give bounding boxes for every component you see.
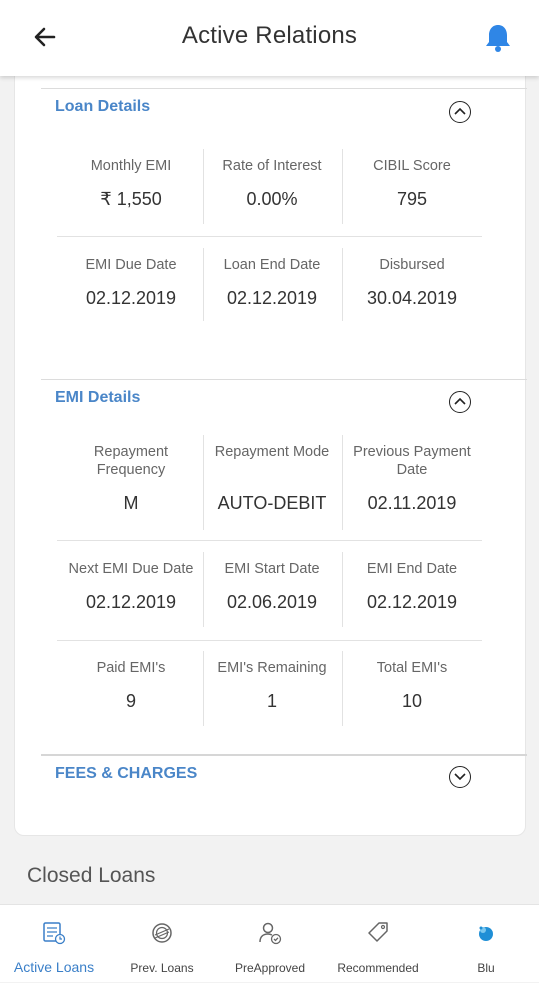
nav-recommended[interactable]: Recommended [324,905,432,983]
divider [342,149,343,224]
emi-details-title: EMI Details [55,389,141,406]
disbursed-value: 30.04.2019 [366,288,458,308]
divider [41,379,527,380]
emi-due-date-value: 02.12.2019 [85,288,177,308]
divider [203,552,204,627]
emi-end-date-cell: EMI End Date 02.12.2019 [342,560,482,613]
emi-end-date-value: 02.12.2019 [366,592,458,612]
nav-blu-label: Blu [477,961,495,975]
cibil-score-value: 795 [396,189,428,209]
notification-bell-icon[interactable] [483,22,513,54]
nav-active-loans-label: Active Loans [13,959,95,975]
app-header: Active Relations [0,0,539,76]
repayment-frequency-value: M [123,493,139,513]
paid-emis-label: Paid EMI's [96,660,166,676]
next-emi-due-date-label: Next EMI Due Date [68,561,194,577]
nav-recommended-label: Recommended [337,961,419,975]
emis-remaining-label: EMI's Remaining [217,660,327,676]
page-title: Active Relations [181,22,358,49]
divider [41,754,527,756]
previous-payment-date-cell: Previous Payment Date 02.11.2019 [342,443,482,514]
repayment-mode-value: AUTO-DEBIT [217,493,327,513]
paid-emis-cell: Paid EMI's 9 [61,659,201,712]
active-loans-icon [42,921,66,945]
monthly-emi-value: ₹ 1,550 [100,189,162,209]
divider [41,88,527,89]
emis-remaining-cell: EMI's Remaining 1 [202,659,342,712]
repayment-frequency-label: Repayment Frequency [93,444,169,478]
total-emis-value: 10 [401,691,423,711]
preapproved-icon [258,921,282,945]
blu-icon [474,921,498,945]
nav-prev-loans[interactable]: Prev. Loans [108,905,216,983]
loan-details-title: Loan Details [55,98,151,115]
previous-payment-date-label: Previous Payment Date [353,444,471,478]
loan-end-date-label: Loan End Date [223,257,321,273]
emi-due-date-cell: EMI Due Date 02.12.2019 [61,256,201,309]
divider [203,651,204,726]
rate-of-interest-cell: Rate of Interest 0.00% [202,157,342,210]
emi-due-date-label: EMI Due Date [85,257,177,273]
rate-of-interest-value: 0.00% [246,189,298,209]
emis-remaining-value: 1 [266,691,277,711]
repayment-frequency-cell: Repayment Frequency M [61,443,201,514]
monthly-emi-label: Monthly EMI [90,158,172,174]
emi-end-date-label: EMI End Date [366,561,458,577]
repayment-mode-label: Repayment Mode [214,444,330,460]
divider [57,236,482,237]
divider [57,640,482,641]
total-emis-cell: Total EMI's 10 [342,659,482,712]
monthly-emi-cell: Monthly EMI ₹ 1,550 [61,157,201,210]
paid-emis-value: 9 [125,691,136,711]
divider [203,248,204,321]
repayment-mode-cell: Repayment Mode AUTO-DEBIT [202,443,342,514]
recommended-tag-icon [366,921,390,945]
nav-blu[interactable]: Blu [432,905,539,983]
disbursed-cell: Disbursed 30.04.2019 [342,256,482,309]
fees-charges-title: FEES & CHARGES [55,765,198,782]
divider [342,651,343,726]
divider [342,435,343,530]
nav-prev-loans-label: Prev. Loans [130,961,194,975]
cibil-score-label: CIBIL Score [373,158,451,174]
next-emi-due-date-cell: Next EMI Due Date 02.12.2019 [61,560,201,613]
prev-loans-icon [150,921,174,945]
nav-active-loans[interactable]: Active Loans [0,905,108,983]
next-emi-due-date-value: 02.12.2019 [85,592,177,612]
nav-preapproved[interactable]: PreApproved [216,905,324,983]
total-emis-label: Total EMI's [376,660,448,676]
divider [57,540,482,541]
collapse-chevron-up-icon[interactable] [449,101,471,123]
active-loan-card: Loan Details Monthly EMI ₹ 1,550 Rate of… [14,60,527,836]
loan-end-date-cell: Loan End Date 02.12.2019 [202,256,342,309]
cibil-score-cell: CIBIL Score 795 [342,157,482,210]
disbursed-label: Disbursed [379,257,445,273]
closed-loans-heading[interactable]: Closed Loans [27,864,155,888]
nav-preapproved-label: PreApproved [234,961,306,975]
emi-start-date-label: EMI Start Date [224,561,320,577]
divider [203,435,204,530]
collapse-chevron-up-icon[interactable] [449,391,471,413]
divider [203,149,204,224]
emi-start-date-cell: EMI Start Date 02.06.2019 [202,560,342,613]
rate-of-interest-label: Rate of Interest [222,158,322,174]
bottom-navigation: Active Loans Prev. Loans PreApproved Rec… [0,904,539,982]
divider [342,248,343,321]
emi-start-date-value: 02.06.2019 [226,592,318,612]
divider [342,552,343,627]
previous-payment-date-value: 02.11.2019 [367,493,457,513]
expand-chevron-down-icon[interactable] [449,766,471,788]
loan-end-date-value: 02.12.2019 [226,288,318,308]
